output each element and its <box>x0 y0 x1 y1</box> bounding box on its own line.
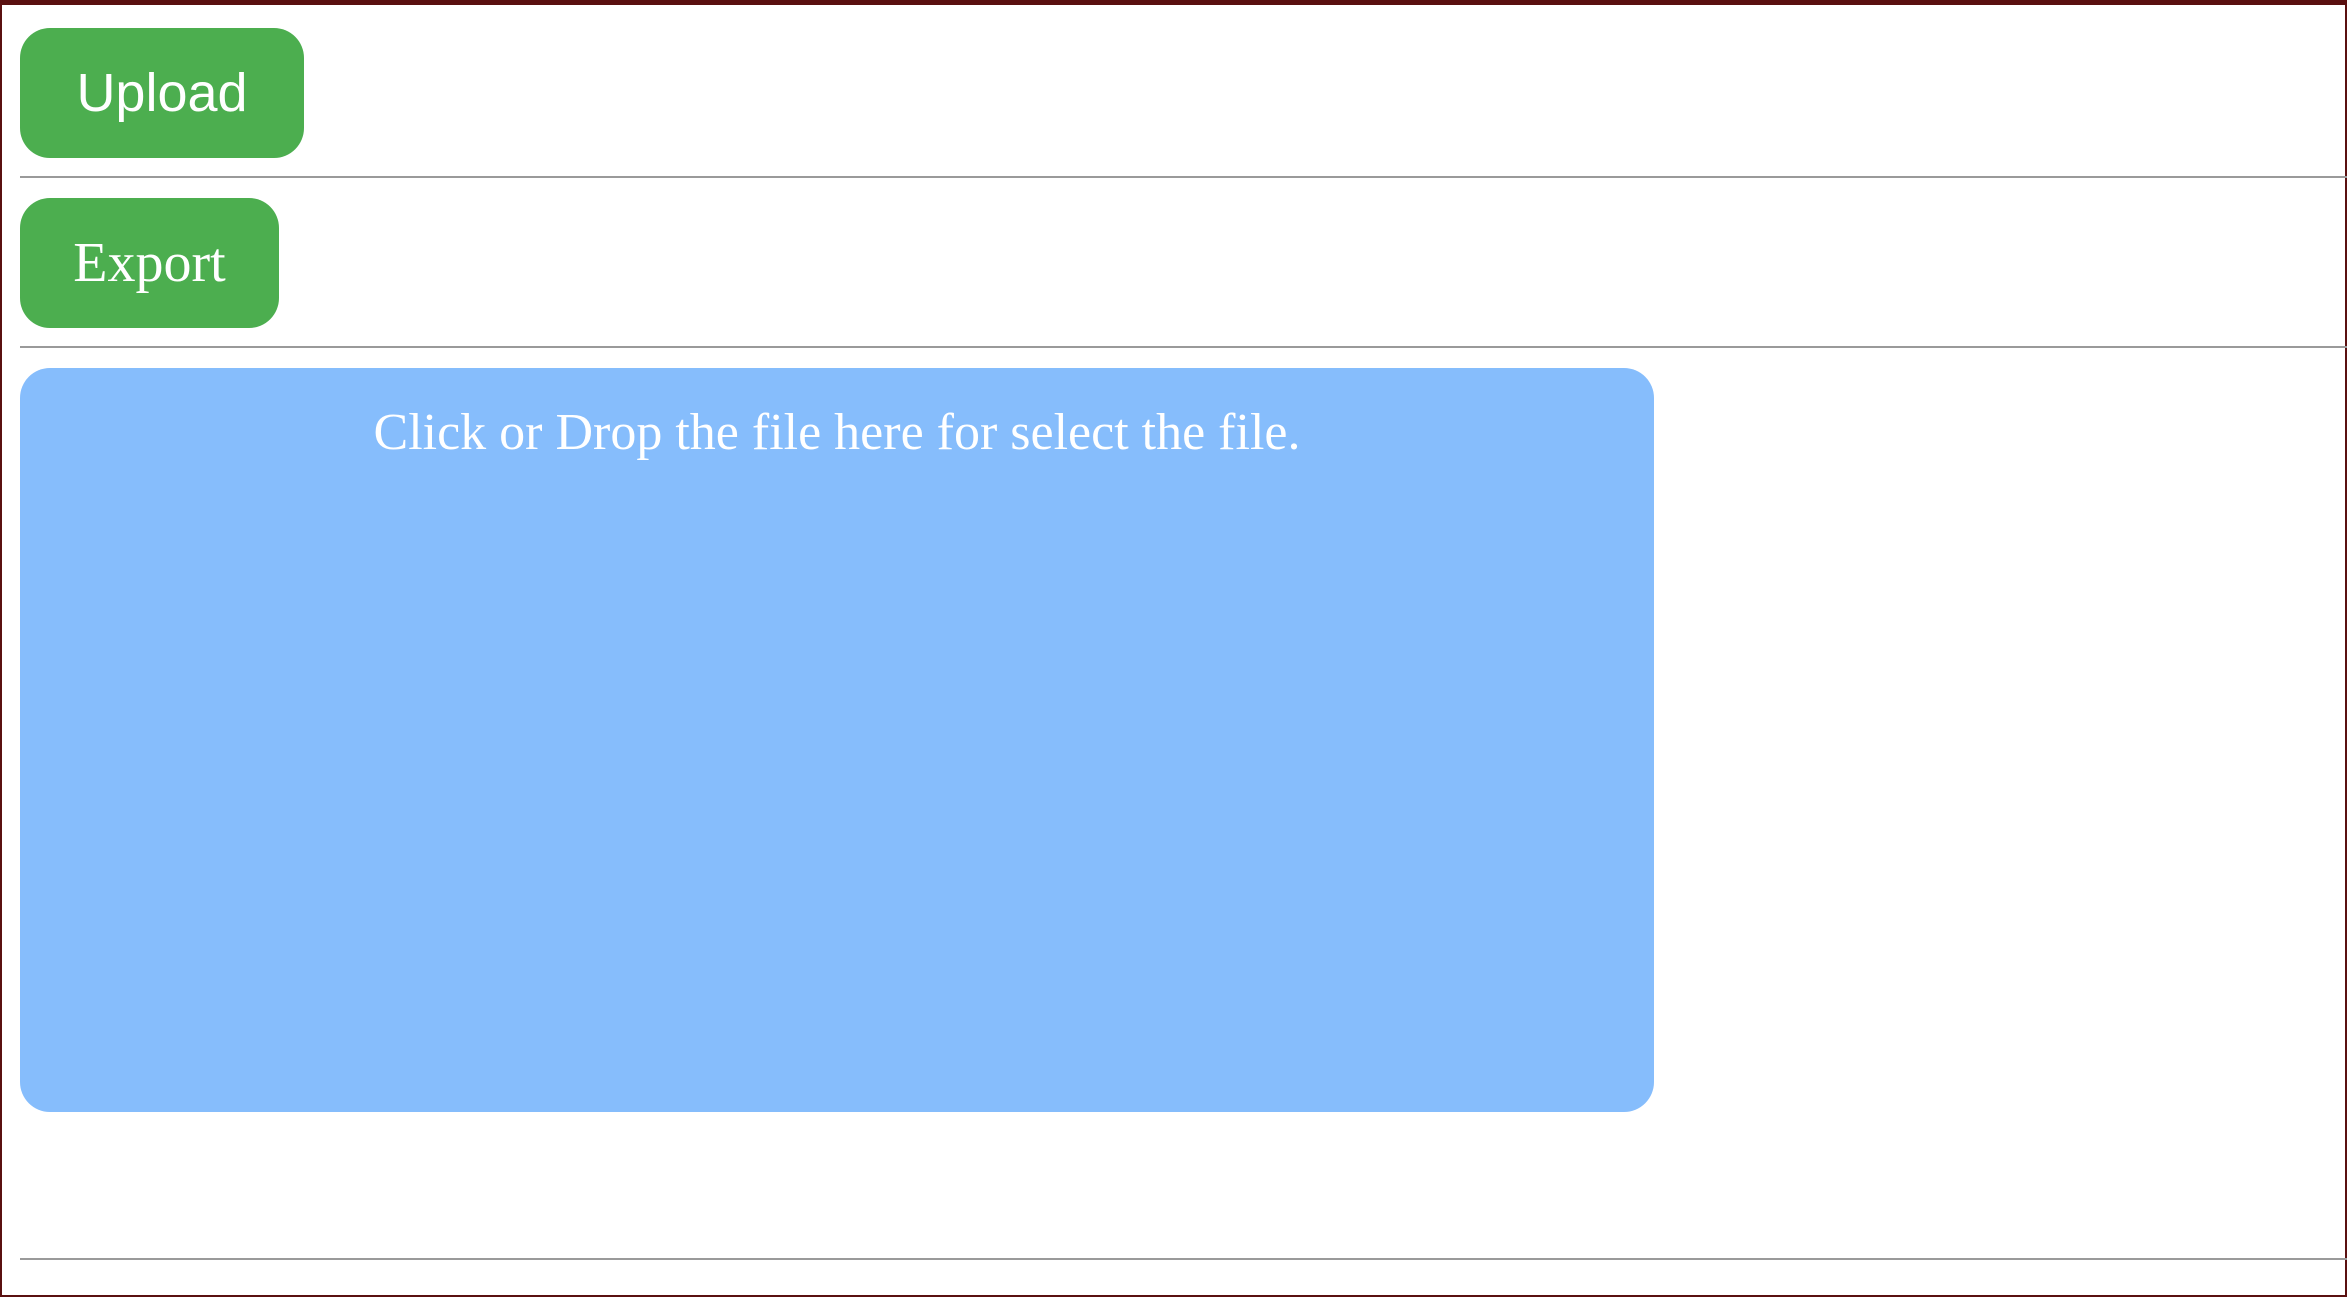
divider <box>20 346 2347 348</box>
divider <box>20 176 2347 178</box>
export-button[interactable]: Export <box>20 198 279 328</box>
upload-button[interactable]: Upload <box>20 28 304 158</box>
file-drop-zone[interactable]: Click or Drop the file here for select t… <box>20 368 1654 1112</box>
page-frame: Upload Export Click or Drop the file her… <box>0 0 2347 1297</box>
drop-zone-instructions: Click or Drop the file here for select t… <box>373 404 1301 461</box>
divider <box>20 1258 2347 1260</box>
